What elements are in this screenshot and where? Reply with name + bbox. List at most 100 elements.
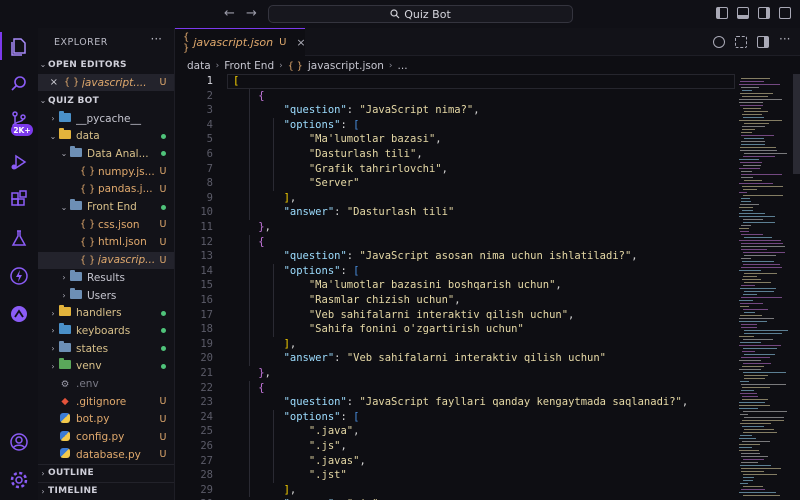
modified-dot: [161, 133, 166, 139]
python-file-icon: [58, 430, 72, 444]
tree-item-numpy-js[interactable]: { } numpy.js... U: [38, 163, 174, 180]
minimap-line: [739, 450, 759, 452]
split-editor-icon[interactable]: [757, 36, 769, 48]
tab-status: U: [279, 37, 287, 48]
tab-javascript-json[interactable]: { } javascript.json U ×: [175, 28, 306, 56]
minimap-line: [743, 222, 775, 224]
minimap-line: [744, 237, 772, 239]
breadcrumb-data[interactable]: data: [187, 60, 211, 72]
extensions-icon[interactable]: [9, 190, 29, 210]
minimap-line: [742, 186, 783, 188]
line-number: 28: [200, 469, 213, 482]
minimap-line: [743, 156, 775, 158]
minimap-line: [743, 477, 754, 479]
code-editor[interactable]: 1[2 {3 "question": "JavaScript nima?", 4 …: [175, 74, 735, 500]
more-actions-icon[interactable]: ···: [779, 32, 790, 46]
timeline-section[interactable]: › TIMELINE: [38, 482, 174, 499]
minimap-line: [739, 360, 761, 362]
modified-dot: [161, 151, 166, 157]
toggle-secondary-sidebar-icon[interactable]: [758, 7, 770, 19]
minimap[interactable]: [735, 74, 800, 500]
tree-item-database-py[interactable]: database.py U: [38, 446, 174, 463]
tree-item-label: handlers: [76, 307, 122, 320]
minimap-line: [741, 324, 757, 326]
project-section[interactable]: ⌄ QUIZ BOT: [38, 92, 174, 109]
compare-changes-icon[interactable]: [713, 36, 725, 48]
git-file-icon: ◆: [61, 396, 69, 408]
tree-item-bot-py[interactable]: bot.py U: [38, 411, 174, 428]
tree-item-config-py[interactable]: config.py U: [38, 429, 174, 446]
tree-item-html-json[interactable]: { } html.json U: [38, 234, 174, 251]
minimap-line: [739, 345, 781, 347]
minimap-line: [741, 468, 781, 470]
tree-item-pycache[interactable]: › __pycache__: [38, 110, 174, 127]
breadcrumb-file[interactable]: javascript.json: [308, 60, 384, 72]
search-icon[interactable]: [9, 74, 29, 94]
testing-flask-icon[interactable]: [9, 228, 29, 248]
back-arrow-icon[interactable]: ←: [224, 6, 235, 21]
minimap-line: [743, 276, 757, 278]
tree-item-label: bot.py: [76, 413, 110, 426]
remote-explorer-icon[interactable]: [9, 304, 29, 324]
folder-icon: [58, 358, 72, 372]
project-label: QUIZ BOT: [48, 95, 100, 106]
tree-item-env[interactable]: ⚙ .env: [38, 376, 174, 393]
minimap-line: [740, 150, 777, 152]
tree-item-data[interactable]: ⌄ data: [38, 128, 174, 145]
minimap-line: [740, 381, 749, 383]
tree-item-data-anal[interactable]: ⌄ Data Anal...: [38, 145, 174, 162]
tree-item-states[interactable]: › states: [38, 340, 174, 357]
toggle-preview-icon[interactable]: [735, 36, 747, 48]
close-icon[interactable]: ×: [38, 77, 58, 88]
line-number: 24: [200, 410, 213, 423]
tree-item-label: Users: [87, 289, 117, 302]
run-debug-icon[interactable]: [9, 152, 29, 172]
minimap-line: [741, 246, 785, 248]
minimap-line: [740, 306, 749, 308]
toggle-primary-sidebar-icon[interactable]: [716, 7, 728, 19]
minimap-line: [743, 195, 783, 197]
tree-item-keyboards[interactable]: › keyboards: [38, 322, 174, 339]
untracked-status: U: [159, 449, 167, 461]
code-line: ".js",: [308, 440, 347, 452]
code-line: "options": [: [283, 410, 360, 423]
line-number: 27: [200, 454, 213, 467]
thunder-client-icon[interactable]: [9, 266, 29, 286]
chevron-down-icon: ⌄: [39, 96, 47, 105]
breadcrumb-front-end[interactable]: Front End: [224, 60, 274, 72]
tree-item-pandas-j[interactable]: { } pandas.j... U: [38, 181, 174, 198]
tree-item-label: numpy.js...: [98, 165, 155, 178]
tree-item-front-end[interactable]: ⌄ Front End: [38, 199, 174, 216]
open-editor-item[interactable]: × { } javascript.... U: [38, 74, 174, 91]
vertical-scrollbar[interactable]: [793, 74, 800, 174]
minimap-line: [740, 204, 759, 206]
open-editor-name: javascript....: [82, 76, 147, 89]
code-line: },: [258, 367, 271, 379]
more-actions-icon[interactable]: ···: [151, 32, 162, 46]
open-editors-section[interactable]: ⌄ OPEN EDITORS: [38, 56, 174, 73]
minimap-line: [744, 255, 776, 257]
minimap-line: [739, 447, 752, 449]
explorer-icon[interactable]: [9, 36, 29, 56]
tab-close-icon[interactable]: ×: [296, 36, 305, 49]
tree-item-users[interactable]: › Users: [38, 287, 174, 304]
tree-item-results[interactable]: › Results: [38, 269, 174, 286]
breadcrumb-symbols[interactable]: ...: [398, 60, 408, 72]
customize-layout-icon[interactable]: [779, 7, 791, 19]
minimap-line: [740, 483, 748, 485]
tree-item-javascrip[interactable]: { } javascrip... U: [38, 251, 174, 269]
modified-dot: [161, 328, 166, 334]
tree-item-venv[interactable]: › venv: [38, 358, 174, 375]
line-number: 6: [206, 148, 213, 160]
forward-arrow-icon[interactable]: →: [246, 6, 257, 21]
command-center-search[interactable]: Quiz Bot: [268, 5, 573, 23]
tree-item-gitignore[interactable]: ◆ .gitignore U: [38, 393, 174, 410]
tab-bar: { } javascript.json U × ···: [175, 28, 800, 56]
outline-section[interactable]: › OUTLINE: [38, 464, 174, 481]
toggle-panel-icon[interactable]: [737, 7, 749, 19]
tree-item-handlers[interactable]: › handlers: [38, 305, 174, 322]
tree-item-css-json[interactable]: { } css.json U: [38, 216, 174, 233]
settings-gear-icon[interactable]: [9, 470, 29, 490]
untracked-status: U: [159, 236, 167, 248]
account-icon[interactable]: [9, 432, 29, 452]
